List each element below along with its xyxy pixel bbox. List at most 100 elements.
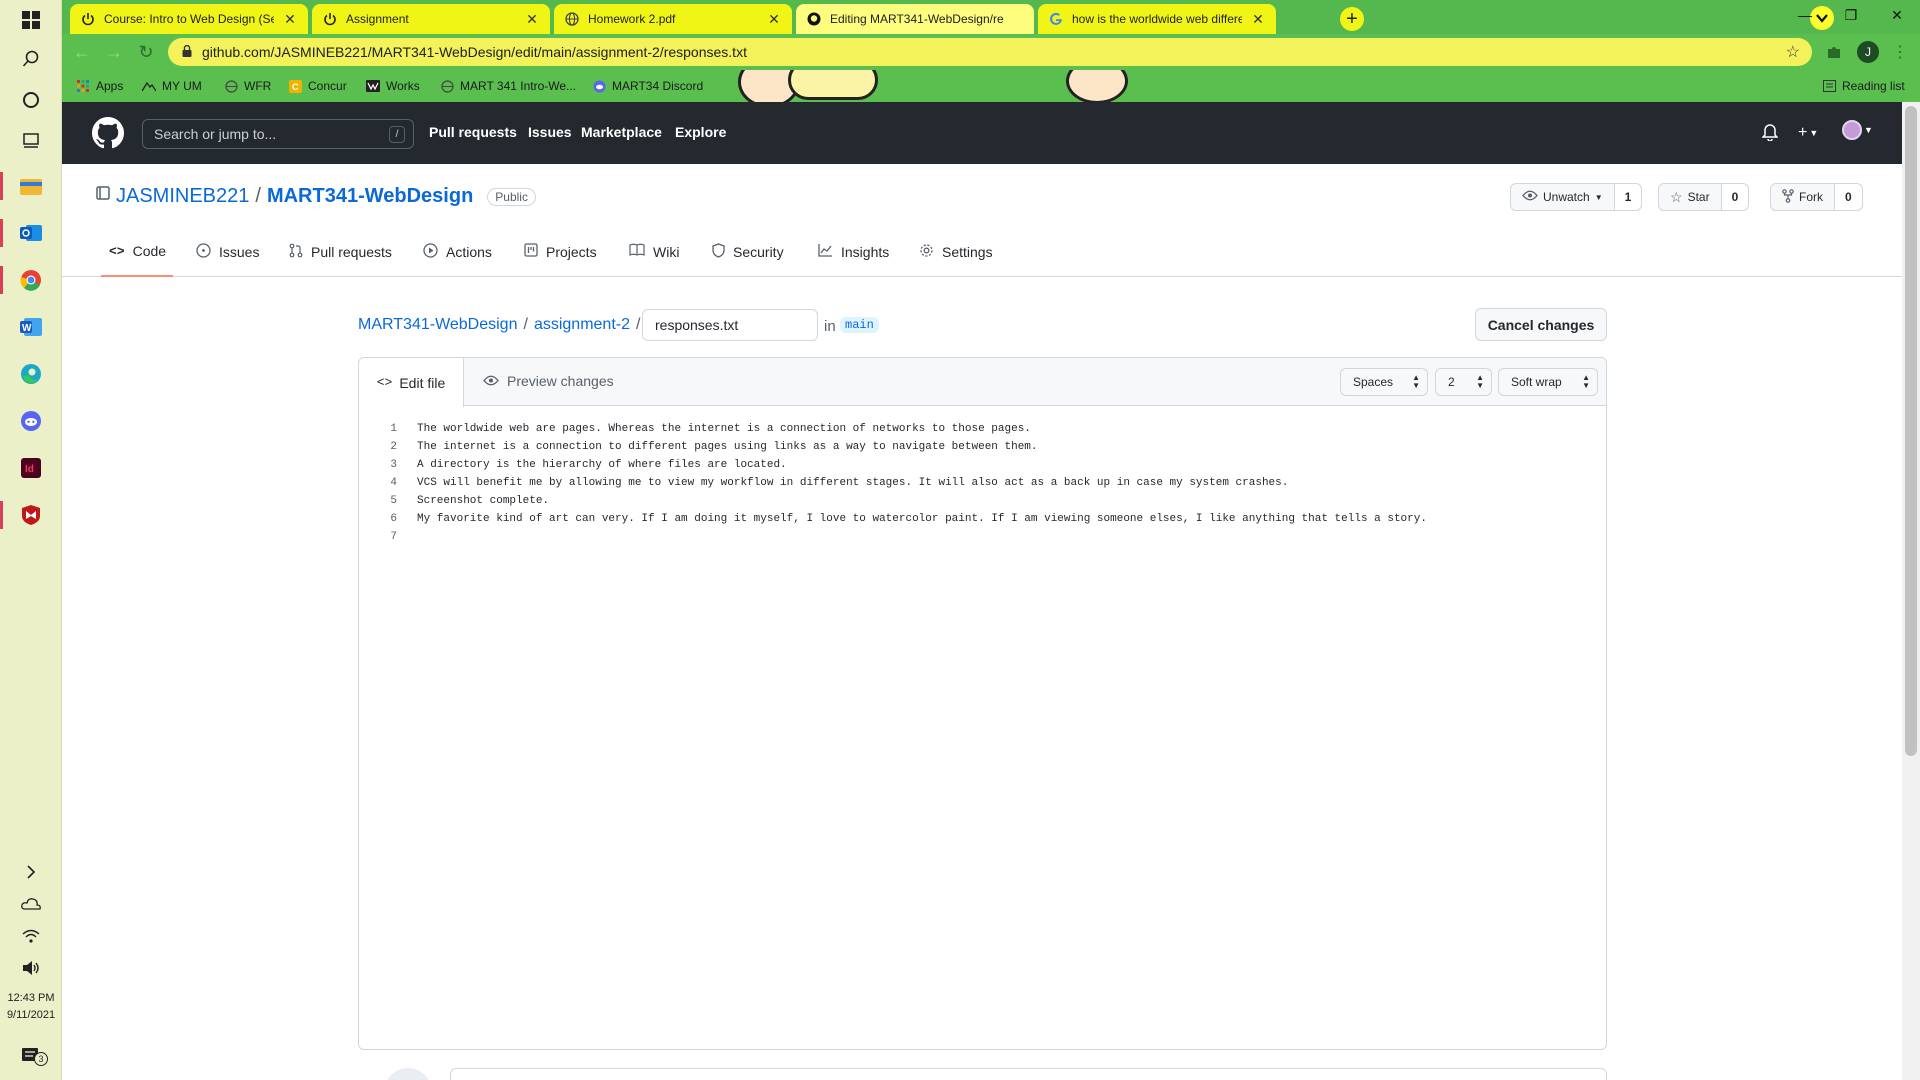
browser-tab[interactable]: Course: Intro to Web Design (Se ✕ [70, 4, 308, 34]
extensions-puzzle-icon[interactable] [1824, 42, 1844, 62]
mcafee-icon[interactable] [17, 501, 45, 529]
chrome-icon[interactable] [17, 266, 45, 294]
line-text[interactable]: My favorite kind of art can very. If I a… [397, 513, 1427, 525]
github-logo-icon[interactable] [92, 117, 124, 149]
breadcrumb-repo-link[interactable]: MART341-WebDesign [358, 316, 517, 334]
bookmark-my-um[interactable]: MY UM [142, 77, 202, 95]
close-window-button[interactable]: ✕ [1874, 0, 1920, 30]
chevron-right-icon[interactable] [17, 858, 45, 886]
browser-tab-active[interactable]: Editing MART341-WebDesign/re [796, 4, 1034, 34]
tab-code[interactable]: <> Code [109, 243, 166, 259]
breadcrumb-dir-link[interactable]: assignment-2 [534, 316, 630, 334]
close-icon[interactable]: ✕ [1250, 11, 1266, 28]
user-menu-dropdown[interactable]: ▼ [1842, 120, 1873, 140]
code-area[interactable]: 1 The worldwide web are pages. Whereas th… [359, 420, 1606, 546]
code-line[interactable]: 1 The worldwide web are pages. Whereas th… [359, 420, 1606, 438]
line-text[interactable]: VCS will benefit me by allowing me to vi… [397, 477, 1288, 489]
tab-insights[interactable]: Insights [818, 243, 889, 260]
close-icon[interactable]: ✕ [524, 11, 540, 28]
restore-window-button[interactable]: ❐ [1828, 0, 1874, 30]
tab-edit-file[interactable]: <> Edit file [359, 358, 464, 407]
bookmark-star-icon[interactable]: ☆ [1786, 42, 1800, 62]
filename-input[interactable] [642, 309, 818, 341]
indesign-icon[interactable]: Id [17, 454, 45, 482]
line-text[interactable]: The internet is a connection to differen… [397, 441, 1038, 453]
outlook-icon[interactable] [17, 219, 45, 247]
scrollbar-thumb[interactable] [1905, 106, 1917, 756]
code-line[interactable]: 2 The internet is a connection to differe… [359, 438, 1606, 456]
bookmark-mart341[interactable]: MART 341 Intro-We... [440, 77, 576, 95]
repo-owner-link[interactable]: JASMINEB221 [116, 185, 249, 208]
tab-settings[interactable]: Settings [919, 243, 993, 261]
tab-security[interactable]: Security [712, 243, 784, 261]
header-nav-pull-requests[interactable]: Pull requests [429, 124, 517, 140]
code-line[interactable]: 5 Screenshot complete. [359, 492, 1606, 510]
tab-pull-requests[interactable]: Pull requests [289, 243, 392, 261]
wrap-mode-select[interactable]: Soft wrap ▲ ▼ [1498, 368, 1598, 396]
bookmark-works[interactable]: Works [366, 77, 420, 95]
address-bar[interactable]: github.com/JASMINEB221/MART341-WebDesign… [168, 38, 1812, 66]
bookmark-wfr[interactable]: WFR [224, 77, 271, 95]
bookmark-discord[interactable]: MART34 Discord [592, 77, 703, 95]
discord-icon[interactable] [17, 407, 45, 435]
close-icon[interactable]: ✕ [282, 11, 298, 28]
tab-wiki[interactable]: Wiki [629, 243, 679, 260]
file-explorer-icon[interactable] [17, 172, 45, 200]
header-nav-marketplace[interactable]: Marketplace [581, 124, 662, 140]
taskbar-time[interactable]: 12:43 PM [0, 990, 62, 1007]
star-count[interactable]: 0 [1720, 184, 1749, 210]
header-nav-explore[interactable]: Explore [675, 124, 726, 140]
url-text[interactable]: github.com/JASMINEB221/MART341-WebDesign… [202, 44, 747, 60]
more-menu-icon[interactable]: ⋮ [1890, 42, 1910, 62]
bookmark-concur[interactable]: C Concur [288, 77, 347, 95]
code-line[interactable]: 7 [359, 528, 1606, 546]
repo-name-link[interactable]: MART341-WebDesign [267, 185, 473, 208]
code-line[interactable]: 4 VCS will benefit me by allowing me to v… [359, 474, 1606, 492]
cortana-icon[interactable] [17, 86, 45, 114]
github-search-input[interactable]: Search or jump to... / [142, 119, 414, 149]
edge-icon[interactable] [17, 360, 45, 388]
fork-count[interactable]: 0 [1834, 184, 1862, 210]
close-icon[interactable]: ✕ [766, 11, 782, 28]
line-text[interactable]: Screenshot complete. [397, 495, 549, 507]
watch-count[interactable]: 1 [1613, 184, 1642, 210]
cancel-changes-button[interactable]: Cancel changes [1475, 308, 1607, 341]
notifications-bell-icon[interactable] [1762, 124, 1778, 141]
code-line[interactable]: 3A directory is the hierarchy of where f… [359, 456, 1606, 474]
browser-tab[interactable]: Assignment ✕ [312, 4, 550, 34]
profile-avatar[interactable]: J [1857, 41, 1879, 63]
volume-icon[interactable] [17, 954, 45, 982]
minimize-window-button[interactable]: — [1782, 0, 1828, 30]
reload-icon[interactable]: ↻ [134, 40, 158, 64]
new-tab-button[interactable]: + [1340, 7, 1364, 31]
star-button[interactable]: ☆ Star [1659, 184, 1721, 210]
lock-icon[interactable] [182, 44, 192, 60]
word-icon[interactable]: W [17, 313, 45, 341]
windows-start-icon[interactable] [17, 6, 45, 34]
wifi-icon[interactable] [17, 922, 45, 950]
back-arrow-icon[interactable]: ← [70, 40, 94, 64]
indent-size-select[interactable]: 2 ▲ ▼ [1435, 368, 1492, 396]
tab-projects[interactable]: Projects [524, 243, 597, 260]
fork-button[interactable]: Fork [1771, 184, 1834, 210]
create-new-dropdown[interactable]: + ▼ [1798, 124, 1818, 142]
reading-list[interactable]: Reading list [1822, 77, 1905, 95]
browser-tab[interactable]: Homework 2.pdf ✕ [554, 4, 792, 34]
code-line[interactable]: 6 My favorite kind of art can very. If I … [359, 510, 1606, 528]
tab-actions[interactable]: Actions [423, 243, 492, 261]
tab-issues[interactable]: Issues [196, 243, 259, 261]
bookmark-apps[interactable]: Apps [76, 77, 123, 95]
indent-mode-select[interactable]: Spaces ▲ ▼ [1340, 368, 1428, 396]
browser-tab[interactable]: how is the worldwide web differe ✕ [1038, 4, 1276, 34]
task-view-icon[interactable] [17, 126, 45, 154]
taskbar-date[interactable]: 9/11/2021 [0, 1007, 62, 1024]
page-scrollbar[interactable] [1902, 102, 1920, 1080]
line-text[interactable]: A directory is the hierarchy of where fi… [397, 459, 787, 471]
forward-arrow-icon[interactable]: → [102, 40, 126, 64]
unwatch-button[interactable]: Unwatch ▼ [1511, 184, 1614, 210]
onedrive-icon[interactable] [17, 890, 45, 918]
header-nav-issues[interactable]: Issues [528, 124, 572, 140]
line-text[interactable]: The worldwide web are pages. Whereas the… [397, 423, 1031, 435]
tab-preview-changes[interactable]: Preview changes [483, 373, 614, 389]
search-icon[interactable] [17, 45, 45, 73]
